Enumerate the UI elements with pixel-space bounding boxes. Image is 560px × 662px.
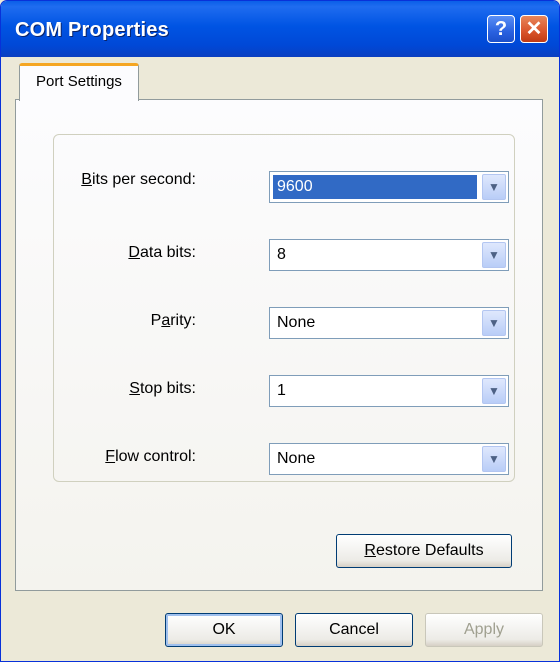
close-button[interactable]: ✕: [520, 15, 548, 43]
bits-per-second-select[interactable]: 9600 ▼: [269, 171, 509, 203]
stop-bits-select[interactable]: 1 ▼: [269, 375, 509, 407]
mnemonic: a: [161, 312, 171, 329]
cancel-button[interactable]: Cancel: [295, 613, 413, 647]
parity-select[interactable]: None ▼: [269, 307, 509, 339]
label-text: top bits:: [139, 380, 196, 397]
flow-control-select[interactable]: None ▼: [269, 443, 509, 475]
bits-per-second-value: 9600: [273, 175, 477, 199]
tab-panel: Bits per second: 9600 ▼ Data bits: 8 ▼ P…: [15, 99, 543, 591]
stop-bits-label: Stop bits:: [129, 380, 196, 398]
mnemonic: R: [364, 542, 376, 559]
chevron-down-icon[interactable]: ▼: [482, 310, 506, 336]
label-text: its per second:: [91, 171, 196, 188]
mnemonic: S: [129, 380, 140, 397]
label-text: rity:: [170, 312, 196, 329]
data-bits-value: 8: [277, 246, 286, 263]
tab-port-settings[interactable]: Port Settings: [19, 63, 139, 101]
label-text: ata bits:: [139, 244, 196, 261]
mnemonic: B: [81, 171, 92, 188]
mnemonic: D: [128, 244, 140, 261]
restore-defaults-button[interactable]: Restore Defaults: [336, 534, 512, 568]
settings-group: Bits per second: 9600 ▼ Data bits: 8 ▼ P…: [53, 134, 515, 482]
parity-label: Parity:: [151, 312, 196, 330]
window-title: COM Properties: [15, 19, 169, 41]
chevron-down-icon[interactable]: ▼: [482, 242, 506, 268]
chevron-down-icon[interactable]: ▼: [482, 446, 506, 472]
label-text: low control:: [115, 448, 196, 465]
data-bits-select[interactable]: 8 ▼: [269, 239, 509, 271]
com-properties-dialog: COM Properties ? ✕ Port Settings Bits pe…: [0, 0, 560, 662]
help-button[interactable]: ?: [487, 15, 515, 43]
chevron-down-icon[interactable]: ▼: [482, 174, 506, 200]
button-label: estore Defaults: [375, 542, 484, 559]
stop-bits-value: 1: [277, 382, 286, 399]
data-bits-label: Data bits:: [128, 244, 196, 262]
flow-control-label: Flow control:: [105, 448, 196, 466]
title-bar[interactable]: COM Properties ? ✕: [1, 1, 559, 57]
apply-button[interactable]: Apply: [425, 613, 543, 647]
ok-button[interactable]: OK: [165, 613, 283, 647]
chevron-down-icon[interactable]: ▼: [482, 378, 506, 404]
flow-control-value: None: [277, 450, 316, 467]
label-text: P: [150, 312, 162, 329]
mnemonic: F: [105, 448, 116, 465]
bits-per-second-label: Bits per second:: [81, 171, 196, 189]
parity-value: None: [277, 314, 316, 331]
